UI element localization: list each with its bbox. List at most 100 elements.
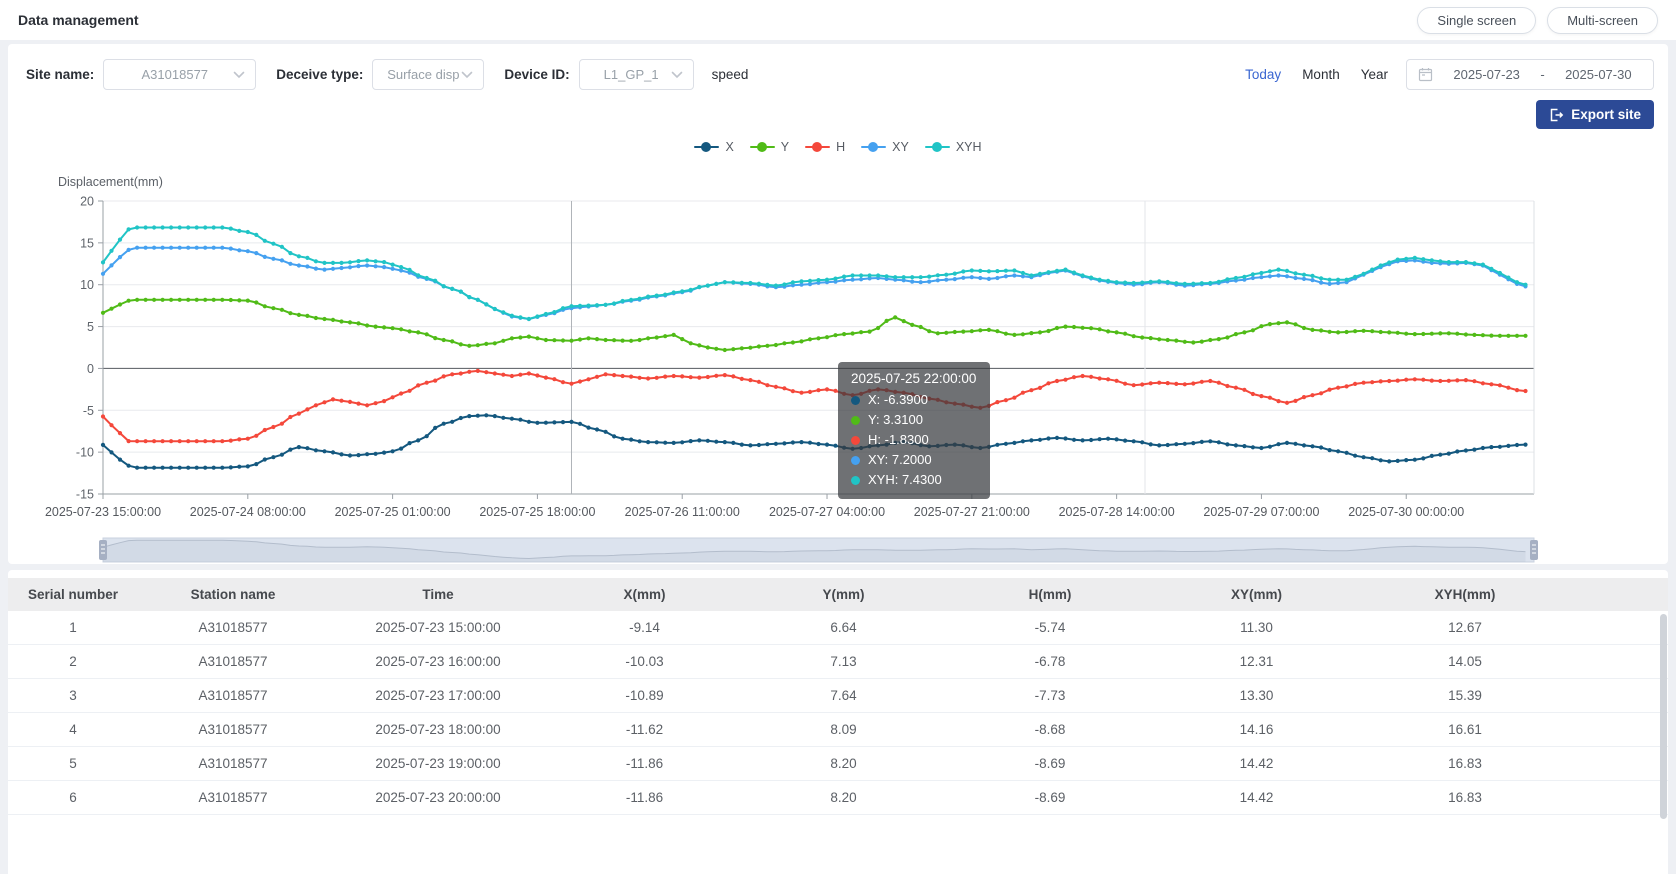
date-end[interactable]: 2025-07-30 <box>1555 67 1642 82</box>
svg-text:15: 15 <box>80 236 94 250</box>
svg-text:2025-07-27 21:00:00: 2025-07-27 21:00:00 <box>914 505 1030 519</box>
chevron-down-icon <box>233 71 245 79</box>
svg-text:20: 20 <box>80 195 94 209</box>
column-header: Y(mm) <box>741 578 946 611</box>
table-cell: 6.64 <box>741 611 946 644</box>
svg-text:2025-07-25 18:00:00: 2025-07-25 18:00:00 <box>479 505 595 519</box>
export-button-label: Export site <box>1571 107 1641 122</box>
table-cell: 8.09 <box>741 713 946 746</box>
site-name-value: A31018577 <box>116 67 233 82</box>
table-cell: 14.16 <box>1154 713 1359 746</box>
site-name-select[interactable]: A31018577 <box>103 59 256 90</box>
legend-label: Y <box>781 140 789 154</box>
displacement-line-chart[interactable]: 20151050-5-10-152025-07-23 15:00:002025-… <box>8 194 1668 564</box>
multi-screen-button[interactable]: Multi-screen <box>1547 7 1658 34</box>
date-range-picker[interactable]: 2025-07-23 - 2025-07-30 <box>1406 59 1654 90</box>
table-scrollbar[interactable] <box>1660 614 1667 819</box>
legend-marker-icon <box>861 142 886 152</box>
speed-label: speed <box>712 67 749 82</box>
column-header: XY(mm) <box>1154 578 1359 611</box>
svg-text:2025-07-25 01:00:00: 2025-07-25 01:00:00 <box>335 505 451 519</box>
slider-handle-right[interactable] <box>1530 540 1538 560</box>
topbar-buttons: Single screen Multi-screen <box>1417 7 1658 34</box>
device-type-value: Surface disp <box>385 67 461 82</box>
single-screen-button[interactable]: Single screen <box>1417 7 1536 34</box>
device-type-select[interactable]: Surface disp <box>372 59 484 90</box>
chart-area[interactable]: 20151050-5-10-152025-07-23 15:00:002025-… <box>8 194 1668 564</box>
range-tab-month[interactable]: Month <box>1302 67 1340 82</box>
legend-label: XY <box>892 140 909 154</box>
device-id-label: Device ID: <box>504 67 569 82</box>
export-site-button[interactable]: Export site <box>1536 100 1654 129</box>
site-name-label: Site name: <box>26 67 94 82</box>
column-header: X(mm) <box>548 578 741 611</box>
calendar-icon <box>1418 67 1433 82</box>
svg-text:2025-07-27 04:00:00: 2025-07-27 04:00:00 <box>769 505 885 519</box>
table-cell: 6 <box>8 781 138 814</box>
svg-text:2025-07-29 07:00:00: 2025-07-29 07:00:00 <box>1203 505 1319 519</box>
table-row: 4A310185772025-07-23 18:00:00-11.628.09-… <box>8 713 1668 747</box>
table-cell: A31018577 <box>138 645 328 678</box>
date-controls: Today Month Year 2025-07-23 - 2025-07-30 <box>1224 59 1654 90</box>
table-cell: 4 <box>8 713 138 746</box>
table-cell: A31018577 <box>138 611 328 644</box>
table-row: 1A310185772025-07-23 15:00:00-9.146.64-5… <box>8 611 1668 645</box>
column-header: Serial number <box>8 578 138 611</box>
legend-item-H[interactable]: H <box>805 140 845 154</box>
table-cell: 16.61 <box>1359 713 1571 746</box>
table-cell: -7.73 <box>946 679 1154 712</box>
legend-marker-icon <box>805 142 830 152</box>
chart-legend: XYHXYXYH <box>8 140 1668 154</box>
legend-item-XY[interactable]: XY <box>861 140 909 154</box>
table-cell: 16.83 <box>1359 781 1571 814</box>
table-cell: 15.39 <box>1359 679 1571 712</box>
legend-label: XYH <box>956 140 982 154</box>
table-cell: 7.64 <box>741 679 946 712</box>
table-row: 3A310185772025-07-23 17:00:00-10.897.64-… <box>8 679 1668 713</box>
table-cell: -8.69 <box>946 781 1154 814</box>
page-title: Data management <box>18 12 139 28</box>
y-axis-title: Displacement(mm) <box>58 175 163 189</box>
table-cell: 8.20 <box>741 747 946 780</box>
table-cell: -11.86 <box>548 747 741 780</box>
svg-text:0: 0 <box>87 362 94 376</box>
svg-text:-15: -15 <box>76 488 94 502</box>
table-cell: -8.68 <box>946 713 1154 746</box>
legend-marker-icon <box>694 142 719 152</box>
legend-item-X[interactable]: X <box>694 140 733 154</box>
device-id-value: L1_GP_1 <box>592 67 671 82</box>
table-cell: -5.74 <box>946 611 1154 644</box>
svg-text:-5: -5 <box>83 404 94 418</box>
table-row: 5A310185772025-07-23 19:00:00-11.868.20-… <box>8 747 1668 781</box>
legend-item-Y[interactable]: Y <box>750 140 789 154</box>
date-start[interactable]: 2025-07-23 <box>1443 67 1530 82</box>
svg-text:5: 5 <box>87 320 94 334</box>
device-id-select[interactable]: L1_GP_1 <box>579 59 694 90</box>
chevron-down-icon <box>671 71 683 79</box>
range-tab-today[interactable]: Today <box>1245 67 1281 82</box>
table-cell: A31018577 <box>138 781 328 814</box>
table-cell: 14.42 <box>1154 781 1359 814</box>
filter-bar: Site name: A31018577 Deceive type: Surfa… <box>26 59 1654 90</box>
table-body: 1A310185772025-07-23 15:00:00-9.146.64-5… <box>8 611 1668 815</box>
table-cell: 13.30 <box>1154 679 1359 712</box>
legend-marker-icon <box>925 142 950 152</box>
slider-handle-left[interactable] <box>99 540 107 560</box>
chevron-down-icon <box>461 71 473 79</box>
legend-item-XYH[interactable]: XYH <box>925 140 982 154</box>
table-cell: 2025-07-23 15:00:00 <box>328 611 548 644</box>
table-cell: 3 <box>8 679 138 712</box>
range-tab-year[interactable]: Year <box>1361 67 1388 82</box>
table-cell: 7.13 <box>741 645 946 678</box>
table-cell: 14.42 <box>1154 747 1359 780</box>
export-icon <box>1549 108 1564 122</box>
table-cell: 2025-07-23 16:00:00 <box>328 645 548 678</box>
device-type-label: Deceive type: <box>276 67 363 82</box>
column-header: H(mm) <box>946 578 1154 611</box>
chart-panel: Site name: A31018577 Deceive type: Surfa… <box>8 44 1668 564</box>
table-cell: 12.31 <box>1154 645 1359 678</box>
svg-text:2025-07-23 15:00:00: 2025-07-23 15:00:00 <box>45 505 161 519</box>
table-row: 6A310185772025-07-23 20:00:00-11.868.20-… <box>8 781 1668 815</box>
svg-text:2025-07-30 00:00:00: 2025-07-30 00:00:00 <box>1348 505 1464 519</box>
top-bar: Data management Single screen Multi-scree… <box>0 0 1676 40</box>
